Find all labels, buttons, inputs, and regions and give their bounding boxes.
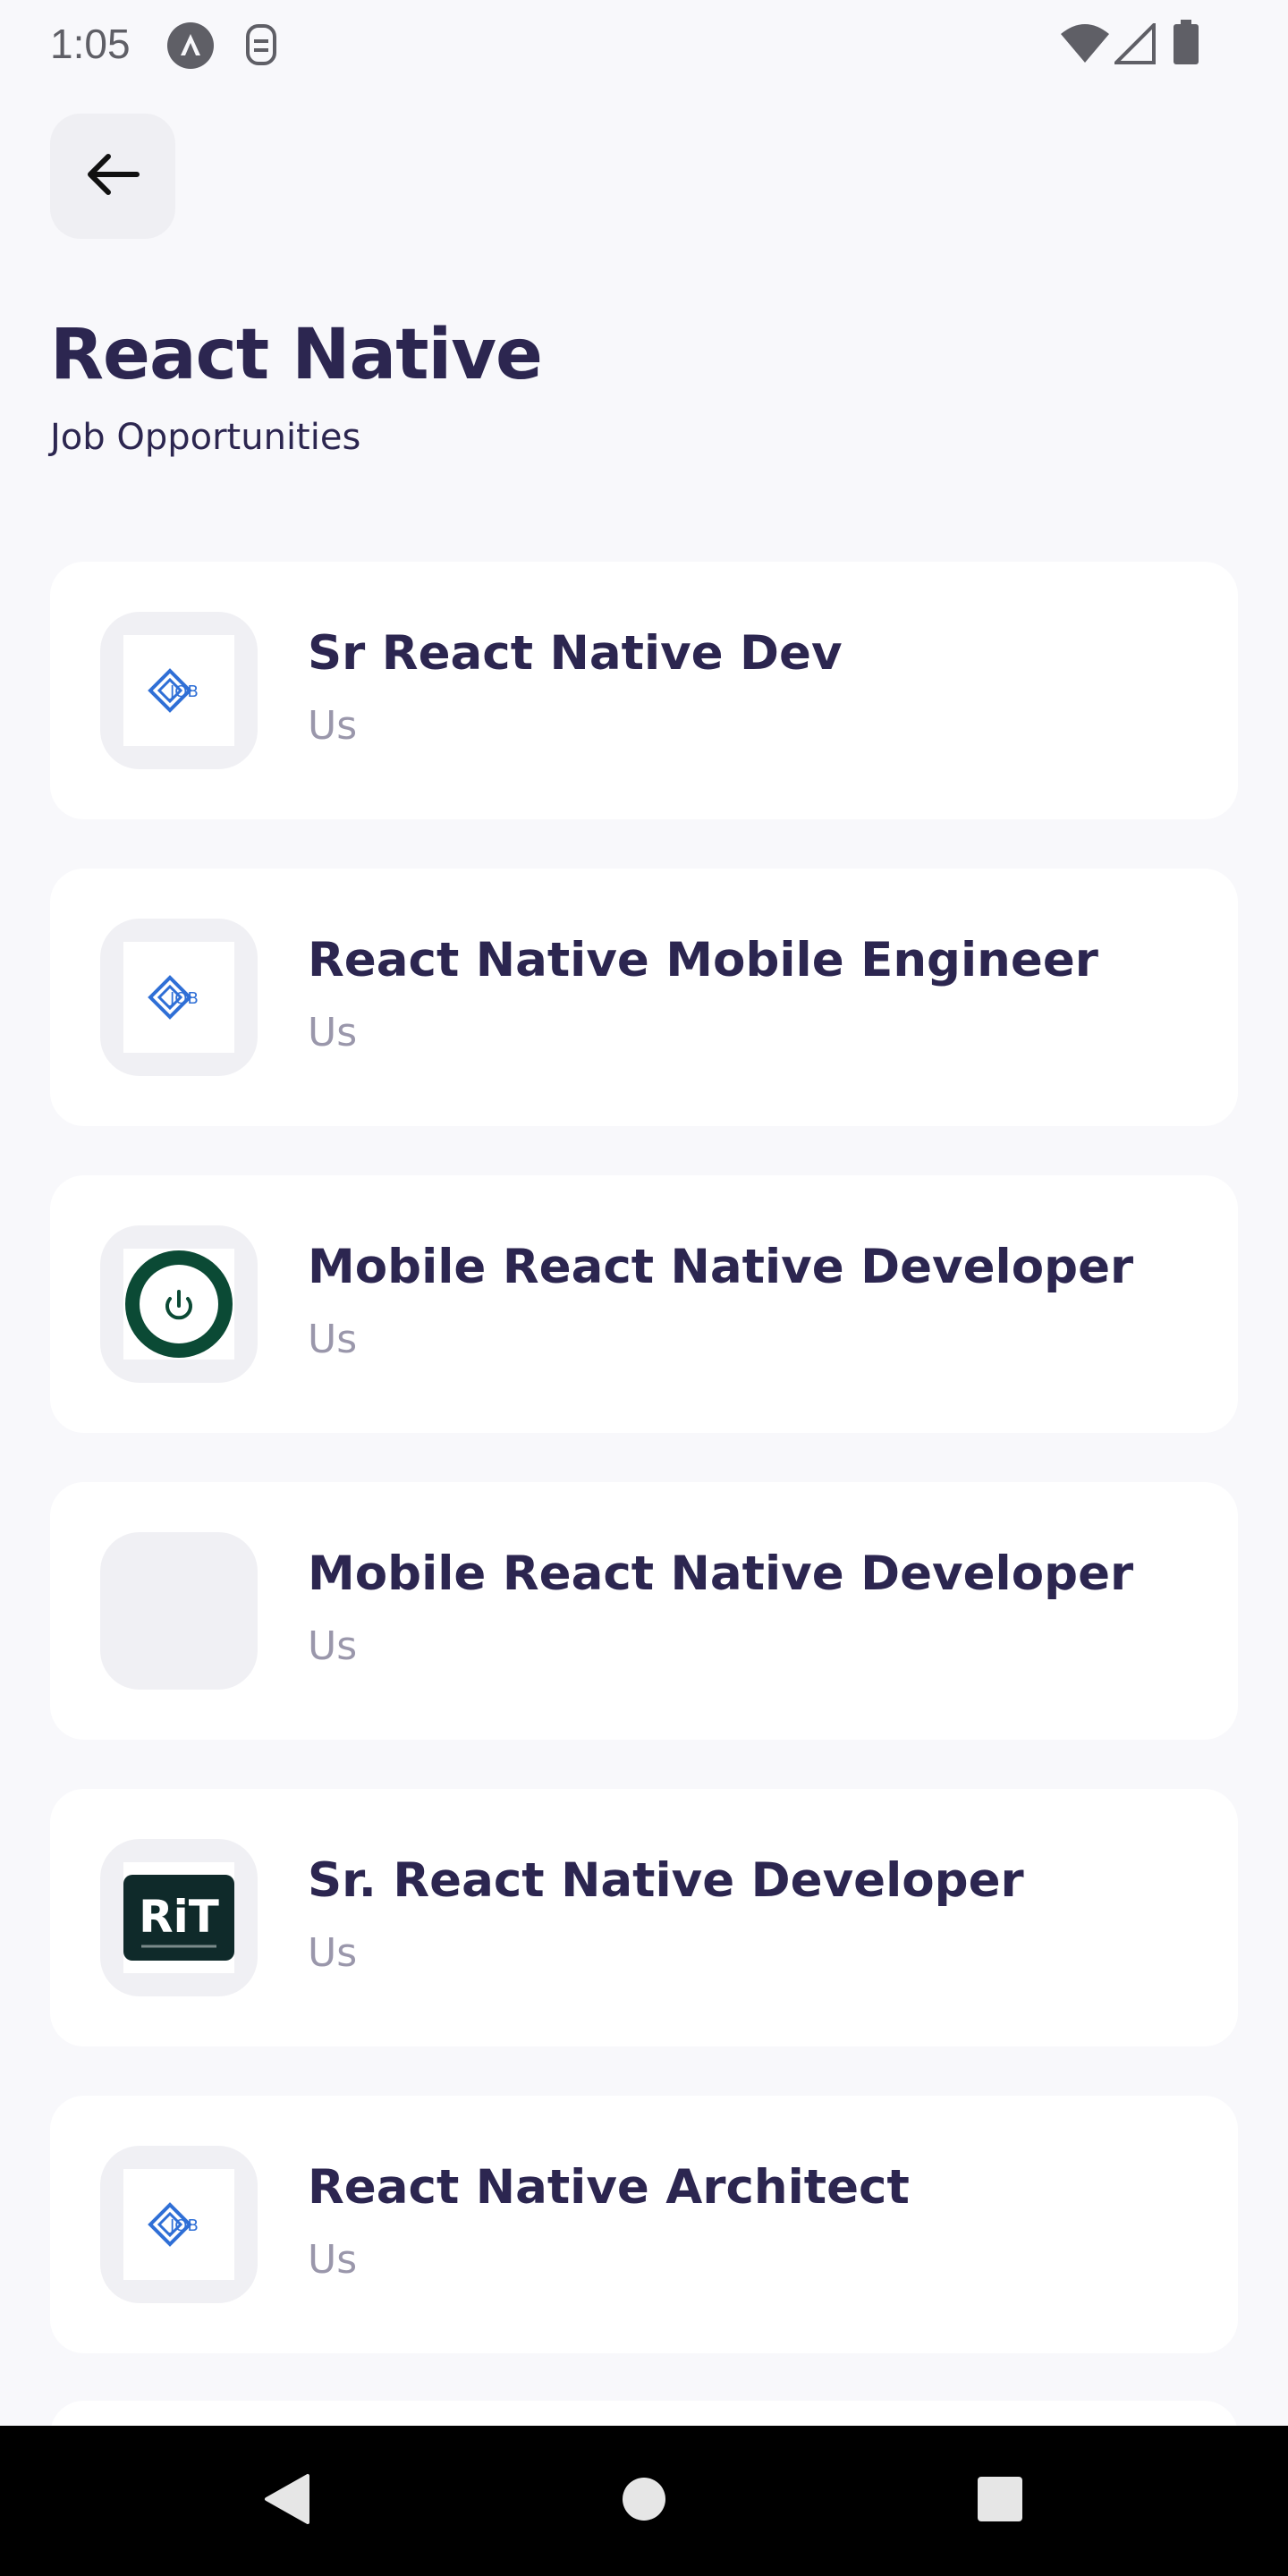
arrow-left-icon — [85, 153, 140, 199]
job-location: Us — [308, 1317, 358, 1362]
job-location: Us — [308, 2237, 358, 2283]
company-logo: RiT — [100, 1839, 258, 1996]
job-location: Us — [308, 1930, 358, 1976]
svg-text:JOB: JOB — [169, 2216, 199, 2235]
svg-text:JOB: JOB — [169, 989, 199, 1008]
nav-home-button[interactable] — [599, 2426, 689, 2576]
wifi-icon — [1061, 23, 1109, 66]
nav-back-button[interactable] — [242, 2426, 331, 2576]
job-card[interactable]: RiT Sr. React Native Developer Us — [50, 1789, 1238, 2046]
svg-text:JOB: JOB — [169, 682, 199, 701]
job-title: Mobile React Native Developer — [308, 1240, 1134, 1294]
power-logo-icon — [125, 1250, 233, 1358]
battery-icon — [1172, 20, 1200, 68]
job-location: Us — [308, 703, 358, 749]
rit-logo-icon: RiT — [123, 1875, 234, 1961]
company-logo: JOB — [100, 919, 258, 1076]
system-nav-bar — [0, 2426, 1288, 2576]
status-bar: 1:05 — [0, 0, 1288, 89]
page-subtitle: Job Opportunities — [50, 417, 361, 458]
job-listing-screen: 1:05 React Native Job Opportunities JOB … — [0, 0, 1288, 2576]
app-logo-icon — [166, 21, 215, 73]
job-card[interactable]: Mobile React Native Developer Us — [50, 1175, 1238, 1433]
nav-recents-button[interactable] — [955, 2426, 1045, 2576]
back-triangle-icon — [261, 2472, 311, 2529]
company-logo — [100, 1225, 258, 1383]
job-title: Mobile React Native Developer — [308, 1546, 1134, 1601]
job-logo-icon: JOB — [148, 668, 199, 713]
home-circle-icon — [621, 2476, 667, 2526]
job-title: Sr React Native Dev — [308, 626, 843, 681]
job-logo-icon: JOB — [148, 2202, 199, 2247]
company-logo-placeholder — [100, 1532, 258, 1690]
company-logo: JOB — [100, 612, 258, 769]
sim-card-icon — [243, 21, 279, 72]
job-card[interactable]: JOB React Native Architect Us — [50, 2096, 1238, 2353]
cell-signal-icon — [1112, 21, 1156, 68]
job-title: Sr. React Native Developer — [308, 1853, 1024, 1908]
job-location: Us — [308, 1010, 358, 1055]
page-title: React Native — [50, 315, 543, 395]
back-button[interactable] — [50, 114, 175, 239]
job-title: React Native Mobile Engineer — [308, 933, 1098, 987]
svg-text:RiT: RiT — [139, 1891, 219, 1943]
company-logo: JOB — [100, 2146, 258, 2303]
job-card[interactable]: JOB Sr React Native Dev Us — [50, 562, 1238, 819]
job-logo-icon: JOB — [148, 975, 199, 1020]
job-card[interactable]: JOB React Native Mobile Engineer Us — [50, 869, 1238, 1126]
job-title: React Native Architect — [308, 2160, 910, 2215]
job-card[interactable]: Mobile React Native Developer Us — [50, 1482, 1238, 1740]
recents-square-icon — [976, 2475, 1024, 2527]
status-time: 1:05 — [50, 21, 131, 67]
job-location: Us — [308, 1623, 358, 1669]
